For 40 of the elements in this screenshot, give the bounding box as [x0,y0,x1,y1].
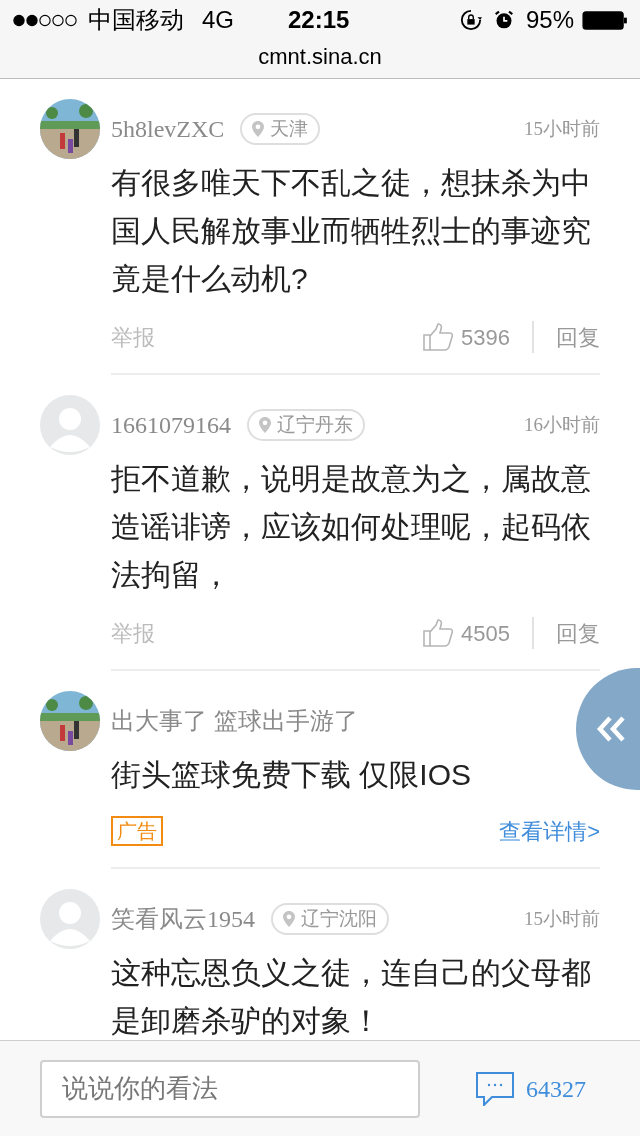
location-pin-icon [259,417,271,433]
location-pin-icon [283,911,295,927]
comment-text: 有很多唯天下不乱之徒，想抹杀为中国人民解放事业而牺牲烈士的事迹究竟是什么动机? [111,165,592,297]
thumbs-up-icon[interactable] [423,323,454,351]
comment-text: 这种忘恩负义之徒，连自己的父母都是卸磨杀驴的对象！ [111,955,592,1039]
thumbs-up-icon[interactable] [423,619,454,647]
timestamp: 15小时前 [524,116,600,141]
alarm-icon [493,10,514,30]
battery-percent: 95% [525,5,574,35]
double-chevron-icon [596,716,626,742]
reply-link[interactable]: 回复 [556,616,600,650]
report-link[interactable]: 举报 [111,616,155,650]
address-bar[interactable]: cmnt.sina.cn [0,40,640,78]
battery-icon [582,10,628,30]
username[interactable]: 5h8levZXC [111,111,225,147]
location-tag: 辽宁沈阳 [271,903,389,935]
username[interactable]: 1661079164 [111,407,231,443]
rotation-lock-icon [459,9,482,31]
ad-text: 街头篮球免费下载 仅限IOS [111,757,472,793]
carrier-name: 中国移动 [88,5,184,35]
signal-icon [12,13,78,27]
comment-count: 64327 [526,1074,586,1104]
location-tag: 天津 [240,113,321,145]
username[interactable]: 笑看风云1954 [111,901,255,937]
like-count: 4505 [461,619,510,648]
timestamp: 16小时前 [524,412,600,437]
reply-link[interactable]: 回复 [556,320,600,354]
report-link[interactable]: 举报 [111,320,155,354]
like-count: 5396 [461,323,510,352]
location-pin-icon [252,121,265,137]
ad-title: 出大事了 篮球出手游了 [111,706,358,736]
ad-badge: 广告 [111,816,163,846]
comment-text: 拒不道歉，说明是故意为之，属故意造谣诽谤，应该如何处理呢，起码依法拘留， [111,461,592,593]
comment-input[interactable]: 说说你的看法 [40,1059,420,1118]
clock: 22:15 [288,5,350,35]
details-link[interactable]: 查看详情> [499,814,600,848]
network-type: 4G [202,5,234,35]
timestamp: 15小时前 [524,906,600,931]
location-tag: 辽宁丹东 [247,409,365,441]
comment-icon[interactable] [476,1071,514,1106]
